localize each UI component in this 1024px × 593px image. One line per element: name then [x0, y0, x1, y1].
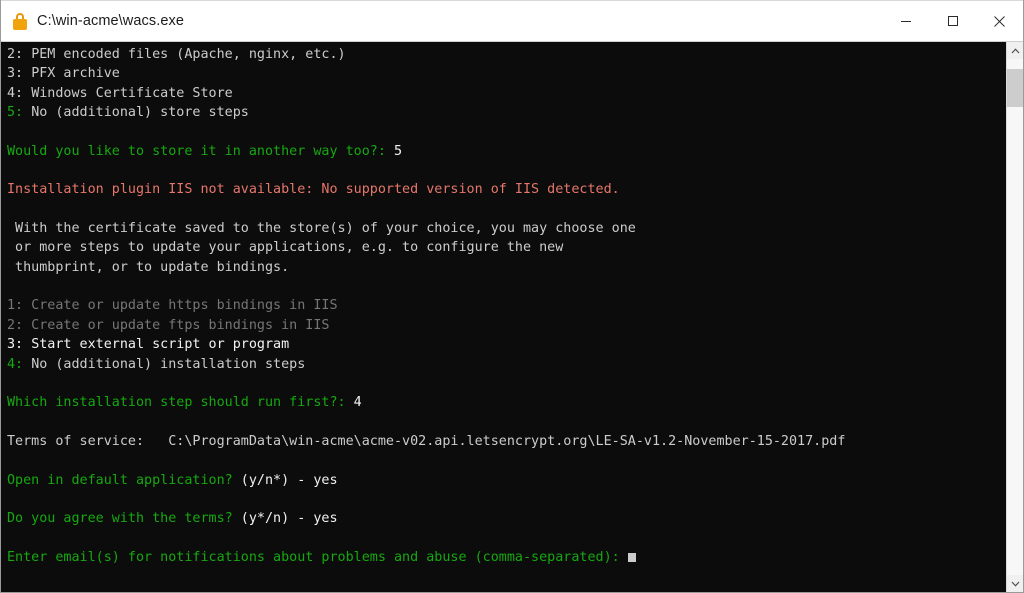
console-text: 4 — [353, 395, 362, 411]
console-text: With the certificate saved to the store(… — [7, 221, 636, 237]
console-line-blank-9 — [7, 529, 1006, 548]
console-text: 3: — [7, 66, 32, 82]
console-line-prompt-enter-emails: Enter email(s) for notifications about p… — [7, 548, 1006, 567]
console-window: C:\win-acme\wacs.exe 2: PEM encoded file… — [0, 0, 1024, 593]
console-text: No (additional) installation steps — [31, 356, 306, 372]
console-text: Do you agree with the terms? — [7, 511, 241, 527]
console-text: (y*/n) - yes — [240, 511, 338, 527]
console-text: 5 — [393, 143, 403, 159]
minimize-icon — [900, 21, 911, 22]
lock-icon — [12, 12, 28, 30]
console-line-store-option-2: 2: PEM encoded files (Apache, nginx, etc… — [7, 45, 1006, 64]
console-text: 2: Create or update ftps bindings in IIS — [7, 317, 330, 333]
console-text: Windows Certificate Store — [31, 85, 233, 101]
console-line-terms-of-service: Terms of service: C:\ProgramData\win-acm… — [7, 432, 1006, 451]
console-line-blank-8 — [7, 490, 1006, 509]
scroll-up-button[interactable] — [1007, 42, 1023, 59]
console-line-prompt-installation-step: Which installation step should run first… — [7, 393, 1006, 412]
console-text: (y/n*) - yes — [240, 472, 338, 488]
window-controls — [882, 1, 1023, 41]
title-bar-left: C:\win-acme\wacs.exe — [1, 12, 882, 30]
console-text: Enter email(s) for notifications about p… — [7, 549, 628, 565]
console-line-install-option-2: 2: Create or update ftps bindings in IIS — [7, 316, 1006, 335]
console-line-prompt-store-another-way: Would you like to store it in another wa… — [7, 142, 1006, 161]
minimize-button[interactable] — [882, 1, 929, 41]
console-text: No (additional) store steps — [31, 105, 249, 121]
console-line-install-option-4: 4: No (additional) installation steps — [7, 355, 1006, 374]
scrollbar-thumb[interactable] — [1007, 69, 1023, 107]
console-body: 2: PEM encoded files (Apache, nginx, etc… — [1, 42, 1023, 592]
console-text: Start external script or program — [31, 337, 290, 353]
close-icon — [994, 15, 1005, 27]
console-text: 3: — [7, 337, 32, 353]
console-line-prompt-agree-terms: Do you agree with the terms? (y*/n) - ye… — [7, 509, 1006, 528]
console-line-iis-plugin-warning: Installation plugin IIS not available: N… — [7, 180, 1006, 199]
console-line-blank-3 — [7, 200, 1006, 219]
console-line-blank-4 — [7, 277, 1006, 296]
console-text: Open in default application? — [7, 472, 241, 488]
console-line-blank-5 — [7, 374, 1006, 393]
console-line-info-paragraph-line-3: thumbprint, or to update bindings. — [7, 258, 1006, 277]
maximize-icon — [947, 16, 958, 26]
console-line-store-option-3: 3: PFX archive — [7, 64, 1006, 83]
console-line-install-option-3: 3: Start external script or program — [7, 335, 1006, 354]
console-text: 2: — [7, 47, 32, 62]
console-text: Installation plugin IIS not available: N… — [7, 182, 620, 198]
console-line-prompt-open-default-app: Open in default application? (y/n*) - ye… — [7, 471, 1006, 490]
scrollbar-track[interactable] — [1007, 59, 1023, 575]
title-bar[interactable]: C:\win-acme\wacs.exe — [1, 0, 1023, 42]
console-line-blank-7 — [7, 451, 1006, 470]
console-text: Terms of service: C:\ProgramData\win-acm… — [7, 433, 846, 449]
vertical-scrollbar[interactable] — [1006, 42, 1023, 592]
console-text: PFX archive — [31, 66, 120, 82]
console-line-store-option-4: 4: Windows Certificate Store — [7, 84, 1006, 103]
console-text: or more steps to update your application… — [7, 240, 564, 256]
console-text: 4: — [7, 356, 32, 372]
chevron-up-icon — [1011, 47, 1019, 53]
window-title: C:\win-acme\wacs.exe — [37, 13, 185, 29]
console-line-blank-2 — [7, 161, 1006, 180]
close-button[interactable] — [976, 1, 1023, 41]
console-line-blank-1 — [7, 122, 1006, 141]
console-line-blank-6 — [7, 413, 1006, 432]
console-line-install-option-1: 1: Create or update https bindings in II… — [7, 296, 1006, 315]
console-text: 1: Create or update https bindings in II… — [7, 298, 338, 314]
console-text: Which installation step should run first… — [7, 395, 354, 411]
console-text: 5: — [7, 105, 32, 121]
scroll-down-button[interactable] — [1007, 575, 1023, 592]
text-cursor — [627, 552, 636, 562]
console-text: PEM encoded files (Apache, nginx, etc.) — [31, 47, 346, 62]
console-line-info-paragraph-line-2: or more steps to update your application… — [7, 238, 1006, 257]
console-line-info-paragraph-line-1: With the certificate saved to the store(… — [7, 219, 1006, 238]
console-text: thumbprint, or to update bindings. — [7, 259, 290, 275]
console-text: 4: — [7, 85, 32, 101]
maximize-button[interactable] — [929, 1, 976, 41]
console-output[interactable]: 2: PEM encoded files (Apache, nginx, etc… — [1, 42, 1006, 592]
console-line-store-option-5: 5: No (additional) store steps — [7, 103, 1006, 122]
chevron-down-icon — [1011, 581, 1019, 587]
console-text: Would you like to store it in another wa… — [7, 143, 394, 159]
